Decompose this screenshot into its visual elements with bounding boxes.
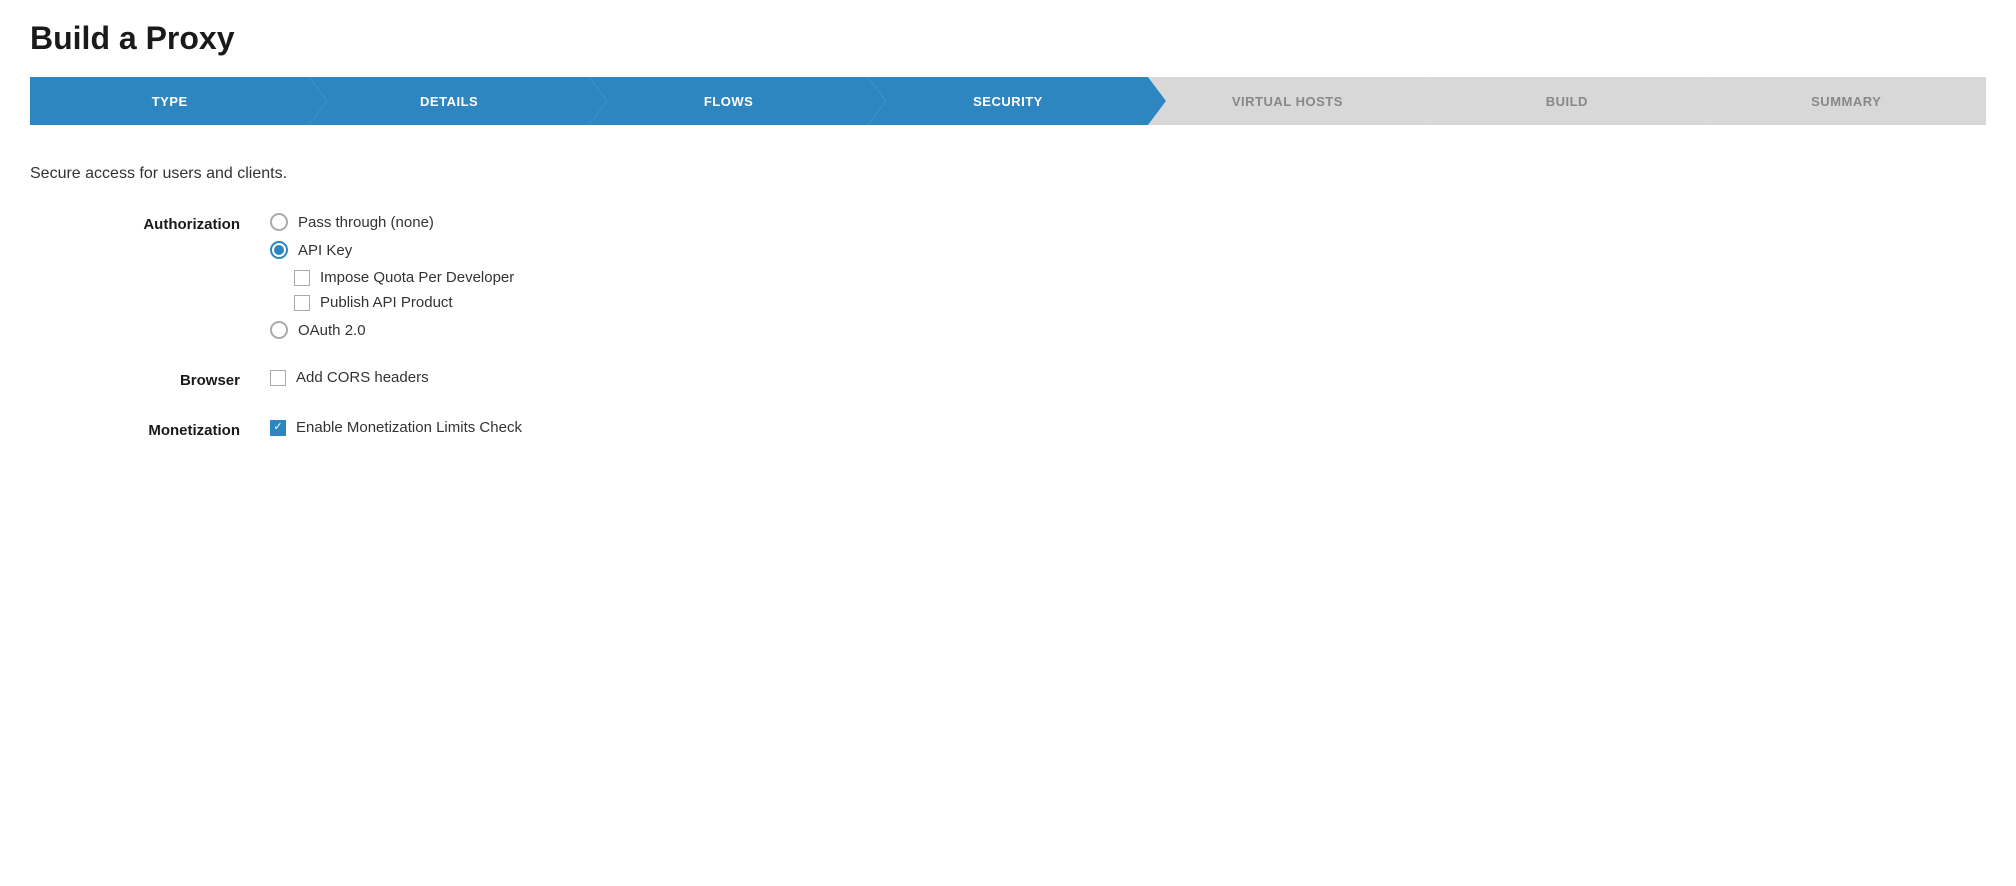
step-build-label: BUILD <box>1546 94 1588 109</box>
section-subtitle: Secure access for users and clients. <box>30 165 1986 183</box>
page-title: Build a Proxy <box>30 20 1986 57</box>
authorization-label: Authorization <box>70 213 270 233</box>
step-type[interactable]: TYPE <box>30 77 309 125</box>
checkbox-monetization-label: Enable Monetization Limits Check <box>296 419 522 436</box>
checkbox-impose-quota-label: Impose Quota Per Developer <box>320 269 514 286</box>
monetization-row: Monetization Enable Monetization Limits … <box>70 419 1986 439</box>
radio-api-key[interactable]: API Key <box>270 241 514 259</box>
checkbox-impose-quota-input[interactable] <box>294 270 310 286</box>
checkbox-publish-api[interactable]: Publish API Product <box>294 294 514 311</box>
radio-pass-through[interactable]: Pass through (none) <box>270 213 514 231</box>
radio-oauth[interactable]: OAuth 2.0 <box>270 321 514 339</box>
step-virtual-hosts[interactable]: VIRTUAL HOSTS <box>1148 77 1427 125</box>
monetization-label: Monetization <box>70 419 270 439</box>
radio-pass-through-input[interactable] <box>270 213 288 231</box>
browser-label: Browser <box>70 369 270 389</box>
radio-oauth-label: OAuth 2.0 <box>298 322 366 339</box>
authorization-row: Authorization Pass through (none) API Ke… <box>70 213 1986 339</box>
radio-api-key-input[interactable] <box>270 241 288 259</box>
checkbox-cors-label: Add CORS headers <box>296 369 429 386</box>
step-build[interactable]: BUILD <box>1427 77 1706 125</box>
radio-api-key-label: API Key <box>298 242 352 259</box>
radio-pass-through-label: Pass through (none) <box>298 214 434 231</box>
stepper: TYPE DETAILS FLOWS SECURITY VIRTUAL HOST… <box>30 77 1986 125</box>
api-key-sub-options: Impose Quota Per Developer Publish API P… <box>294 269 514 311</box>
form-section: Authorization Pass through (none) API Ke… <box>70 213 1986 439</box>
checkbox-publish-api-input[interactable] <box>294 295 310 311</box>
authorization-options: Pass through (none) API Key Impose Quota… <box>270 213 514 339</box>
monetization-options: Enable Monetization Limits Check <box>270 419 522 436</box>
step-details[interactable]: DETAILS <box>309 77 588 125</box>
radio-oauth-input[interactable] <box>270 321 288 339</box>
checkbox-publish-api-label: Publish API Product <box>320 294 453 311</box>
checkbox-monetization-input[interactable] <box>270 420 286 436</box>
step-flows-label: FLOWS <box>704 94 753 109</box>
step-security-label: SECURITY <box>973 94 1043 109</box>
browser-row: Browser Add CORS headers <box>70 369 1986 389</box>
step-flows[interactable]: FLOWS <box>589 77 868 125</box>
step-security[interactable]: SECURITY <box>868 77 1147 125</box>
step-details-label: DETAILS <box>420 94 478 109</box>
checkbox-monetization[interactable]: Enable Monetization Limits Check <box>270 419 522 436</box>
step-virtual-hosts-label: VIRTUAL HOSTS <box>1232 94 1343 109</box>
browser-options: Add CORS headers <box>270 369 429 386</box>
step-summary[interactable]: SUMMARY <box>1707 77 1986 125</box>
checkbox-cors-input[interactable] <box>270 370 286 386</box>
checkbox-impose-quota[interactable]: Impose Quota Per Developer <box>294 269 514 286</box>
step-type-label: TYPE <box>152 94 188 109</box>
step-summary-label: SUMMARY <box>1811 94 1881 109</box>
checkbox-cors[interactable]: Add CORS headers <box>270 369 429 386</box>
